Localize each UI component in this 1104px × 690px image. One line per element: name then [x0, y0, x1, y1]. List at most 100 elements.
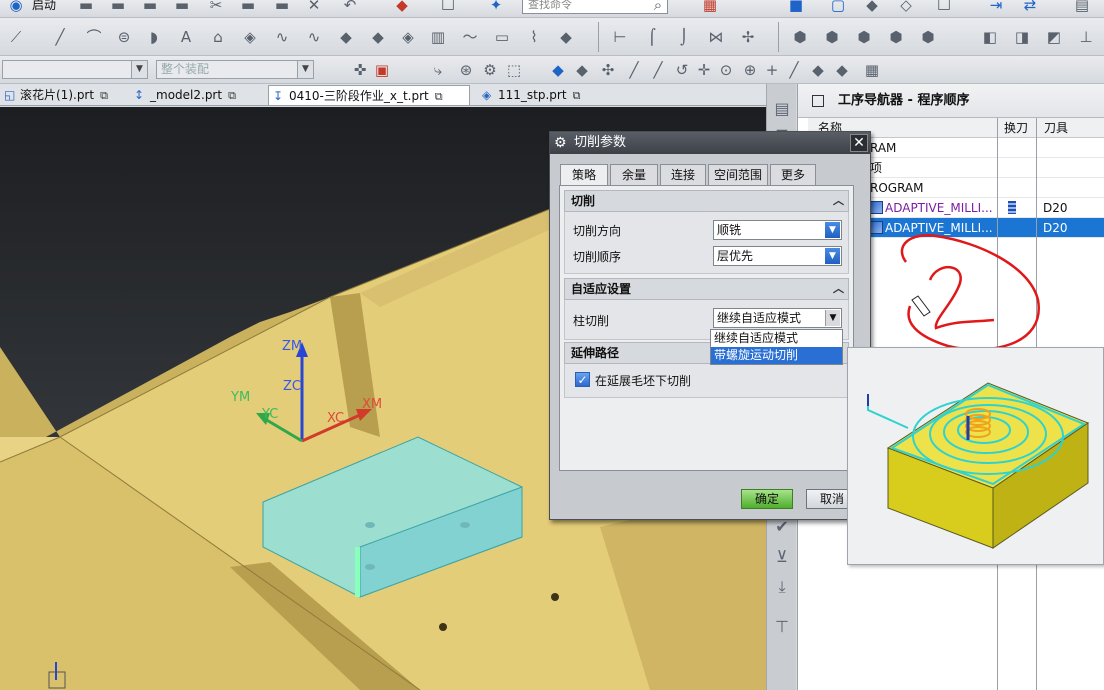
- face-3-icon[interactable]: ◩: [1044, 28, 1064, 46]
- tab-close-icon[interactable]: ⧉: [573, 89, 581, 102]
- close-icon[interactable]: ✕: [850, 134, 868, 152]
- start-menu-label[interactable]: 启动: [32, 0, 56, 11]
- section-icon[interactable]: ◇: [896, 0, 916, 14]
- face-2-icon[interactable]: ◨: [1012, 28, 1032, 46]
- intersection-icon[interactable]: ⋈: [706, 28, 726, 46]
- control-point-icon[interactable]: ↺: [672, 61, 692, 79]
- extend-blank-checkbox[interactable]: ✓: [575, 372, 590, 387]
- trim-icon[interactable]: ◈: [398, 28, 418, 46]
- face-4-icon[interactable]: ⊥: [1076, 28, 1096, 46]
- solid-2-icon[interactable]: ⬢: [822, 28, 842, 46]
- open-file-icon[interactable]: ▬: [108, 0, 128, 14]
- rectangle-select-icon[interactable]: ⬚: [504, 61, 524, 79]
- extract-icon[interactable]: ◆: [336, 28, 356, 46]
- arc-center-icon[interactable]: ⊙: [716, 61, 736, 79]
- render-icon[interactable]: ◆: [392, 0, 412, 14]
- bounded-grid-icon[interactable]: ◆: [832, 61, 852, 79]
- shading-icon[interactable]: ◆: [862, 0, 882, 14]
- cut-order-select[interactable]: 层优先 ▼: [713, 246, 842, 266]
- line-icon[interactable]: ╱: [50, 28, 70, 46]
- existing-point-icon[interactable]: +: [762, 61, 782, 79]
- copy-icon[interactable]: ▬: [238, 0, 258, 14]
- divide-icon[interactable]: ▥: [428, 28, 448, 46]
- curvature-icon[interactable]: ⌠: [642, 28, 662, 46]
- tab-assignment-part[interactable]: ↧ 0410-三阶段作业_x_t.prt ⧉: [268, 85, 470, 105]
- cut-direction-select[interactable]: 顺铣 ▼: [713, 220, 842, 240]
- save-icon[interactable]: ▬: [140, 0, 160, 14]
- dropdown-option-highlighted[interactable]: 带螺旋运动切削: [711, 347, 842, 364]
- column-cut-select[interactable]: 继续自适应模式 ▼: [713, 308, 842, 328]
- solid-1-icon[interactable]: ⬢: [790, 28, 810, 46]
- table-icon[interactable]: ▤: [1072, 0, 1092, 14]
- save-all-icon[interactable]: ▬: [172, 0, 192, 14]
- face-1-icon[interactable]: ◧: [980, 28, 1000, 46]
- snap-point-icon[interactable]: ✣: [598, 61, 618, 79]
- group-cut-header[interactable]: 切削 ︿: [564, 190, 849, 212]
- cross-icon[interactable]: ✢: [738, 28, 758, 46]
- tab-containment[interactable]: 空间范围: [708, 164, 768, 185]
- endpoint-icon[interactable]: ╱: [624, 61, 644, 79]
- search-icon[interactable]: ⌕: [648, 0, 668, 14]
- surface-icon[interactable]: ◗: [144, 28, 164, 46]
- type-filter-select[interactable]: ▼: [2, 60, 148, 79]
- command-finder-icon[interactable]: ✦: [486, 0, 506, 14]
- point-on-curve-icon[interactable]: ╱: [784, 61, 804, 79]
- select-color-icon[interactable]: ▣: [372, 61, 392, 79]
- grid-icon[interactable]: ▦: [862, 61, 882, 79]
- rectangle-icon[interactable]: ▭: [492, 28, 512, 46]
- command-search-input[interactable]: 查找命令: [522, 0, 668, 14]
- move-icon[interactable]: ⇥: [986, 0, 1006, 14]
- snap-icon[interactable]: ▦: [700, 0, 720, 14]
- collapse-icon[interactable]: ︿: [833, 191, 844, 211]
- join-icon[interactable]: ◆: [368, 28, 388, 46]
- offset-curve-icon[interactable]: ∿: [272, 28, 292, 46]
- collapse-icon[interactable]: ︿: [833, 279, 844, 299]
- layer-icon[interactable]: ◆: [556, 28, 576, 46]
- new-file-icon[interactable]: ▬: [76, 0, 96, 14]
- geometry-view-icon[interactable]: ⊤: [771, 616, 793, 638]
- midpoint-icon[interactable]: ╱: [648, 61, 668, 79]
- select-filter-icon[interactable]: ✜: [350, 61, 370, 79]
- delete-icon[interactable]: ✕: [304, 0, 324, 14]
- ok-button[interactable]: 确定: [741, 489, 793, 509]
- target-icon[interactable]: ⊛: [456, 61, 476, 79]
- cut-icon[interactable]: ✂: [206, 0, 226, 14]
- arc-icon[interactable]: ⌒: [84, 28, 104, 46]
- object-select-icon[interactable]: ◆: [548, 61, 568, 79]
- tab-more[interactable]: 更多: [770, 164, 816, 185]
- quadrant-icon[interactable]: ⊕: [740, 61, 760, 79]
- line-tool-icon[interactable]: ⟋: [6, 28, 26, 46]
- tab-knurl-part[interactable]: ◱ 滚花片(1).prt ⧉: [0, 85, 108, 105]
- tab-model2[interactable]: ↕ _model2.prt ⧉: [130, 85, 236, 105]
- solid-4-icon[interactable]: ⬢: [886, 28, 906, 46]
- cube-view-icon[interactable]: ■: [786, 0, 806, 14]
- lasso-icon[interactable]: ⤷: [428, 61, 448, 79]
- window-icon[interactable]: □: [438, 0, 458, 12]
- helix-icon[interactable]: ⊜: [114, 28, 134, 46]
- solid-3-icon[interactable]: ⬢: [854, 28, 874, 46]
- gear-select-icon[interactable]: ⚙: [480, 61, 500, 79]
- text-tool-icon[interactable]: A: [176, 28, 196, 46]
- intersection-point-icon[interactable]: ✛: [694, 61, 714, 79]
- spline-icon[interactable]: 〜: [460, 28, 480, 46]
- tab-connections[interactable]: 连接: [660, 164, 706, 185]
- group-adaptive-header[interactable]: 自适应设置 ︿: [564, 278, 849, 300]
- tab-stock[interactable]: 余量: [610, 164, 658, 185]
- curve-analysis-icon[interactable]: ⊢: [610, 28, 630, 46]
- solid-5-icon[interactable]: ⬢: [918, 28, 938, 46]
- assembly-filter-select[interactable]: 整个装配 ▼: [156, 60, 314, 79]
- dropdown-option[interactable]: 继续自适应模式: [711, 330, 842, 347]
- undo-icon[interactable]: ↶: [340, 0, 360, 14]
- layer-box-icon[interactable]: □: [934, 0, 954, 12]
- tab-111-stp[interactable]: ◈ 111_stp.prt ⧉: [478, 85, 580, 105]
- tab-close-icon[interactable]: ⧉: [228, 89, 236, 102]
- orient-icon[interactable]: ⇄: [1020, 0, 1040, 14]
- point-on-face-icon[interactable]: ◆: [808, 61, 828, 79]
- program-order-icon[interactable]: ⊻: [771, 546, 793, 568]
- bridge-curve-icon[interactable]: ∿: [304, 28, 324, 46]
- paste-icon[interactable]: ▬: [272, 0, 292, 14]
- wave-icon[interactable]: ⌇: [524, 28, 544, 46]
- navigator-tab-icon[interactable]: ▤: [771, 98, 793, 120]
- outline-icon[interactable]: ⌂: [208, 28, 228, 46]
- wireframe-view-icon[interactable]: ▢: [828, 0, 848, 14]
